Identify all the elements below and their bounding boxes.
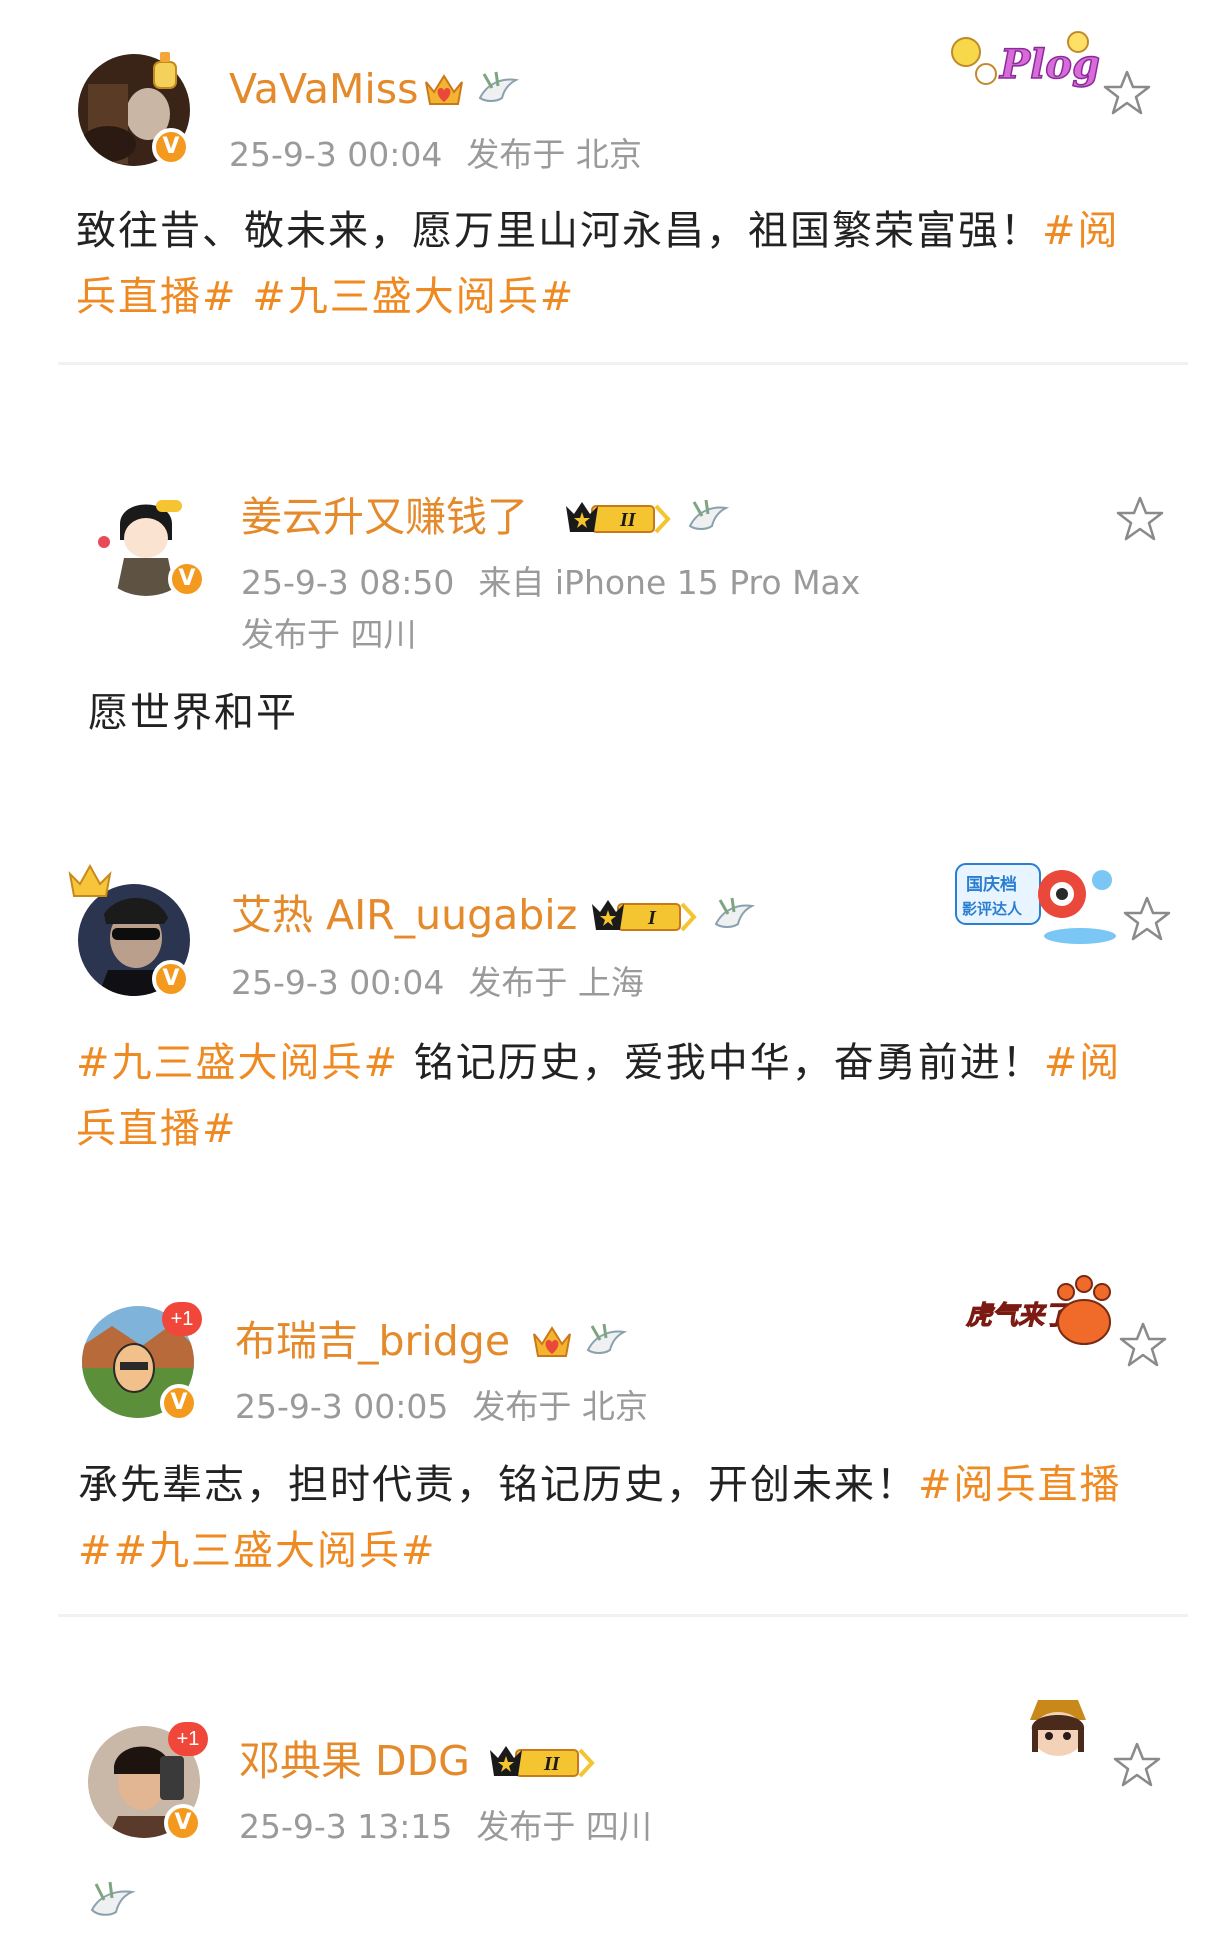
comment-text: 愿世界和平 <box>88 680 298 746</box>
comment-text: #九三盛大阅兵# 铭记历史，爱我中华，奋勇前进！#阅 兵直播# <box>76 1030 1176 1162</box>
favorite-star-icon[interactable] <box>1115 494 1165 544</box>
username[interactable]: 邓典果 DDG <box>239 1736 470 1786</box>
svg-text:II: II <box>543 1753 561 1775</box>
hashtag-link[interactable]: #阅 <box>1044 1040 1122 1086</box>
dove-icon <box>478 71 520 102</box>
comment-card-5: +1 V 邓典果 DDG II 25-9-3 13:15 发布于 四川 <box>0 1690 1219 1951</box>
hashtag-link[interactable]: #阅 <box>1042 208 1120 254</box>
timestamp: 25-9-3 00:04 <box>229 135 443 174</box>
verified-badge: V <box>152 960 190 998</box>
comment-card-1: V VaVaMiss 25-9-3 00:04 发布于 北京 Plog 致往昔、敬… <box>0 0 1219 360</box>
comment-card-4: +1 V 布瑞吉_bridge 25-9-3 00:05 发布于 北京 虎气来了 … <box>0 1270 1219 1610</box>
verified-badge: V <box>160 1384 198 1422</box>
favorite-star-icon[interactable] <box>1122 894 1172 944</box>
hashtag-link[interactable]: 兵直播# <box>76 274 238 320</box>
timestamp: 25-9-3 00:05 <box>235 1387 449 1426</box>
device-source: 来自 iPhone 15 Pro Max <box>478 563 861 602</box>
dove-icon <box>688 499 730 530</box>
crown-heart-icon <box>533 1326 571 1357</box>
svg-text:虎气来了: 虎气来了 <box>966 1301 1073 1331</box>
svg-text:I: I <box>647 907 657 929</box>
crown-heart-icon <box>425 74 463 105</box>
timestamp: 25-9-3 13:15 <box>239 1807 453 1846</box>
comment-body: 铭记历史，爱我中华，奋勇前进！ <box>399 1040 1044 1086</box>
post-meta: 25-9-3 00:04 发布于 北京 <box>229 134 642 176</box>
location: 发布于 四川 <box>476 1807 652 1846</box>
crown-icon <box>68 863 112 897</box>
divider <box>58 1614 1188 1617</box>
svg-text:II: II <box>619 509 637 531</box>
review-expert-sticker-icon: 国庆档 影评达人 <box>955 863 1116 944</box>
location: 发布于 四川 <box>241 615 417 654</box>
username[interactable]: 艾热 AIR_uugabiz <box>231 890 577 940</box>
favorite-star-icon[interactable] <box>1118 1320 1168 1370</box>
timestamp: 25-9-3 00:04 <box>231 963 445 1002</box>
username[interactable]: VaVaMiss <box>229 64 418 114</box>
perfume-bottle-icon <box>153 52 177 89</box>
dove-icon <box>90 1881 136 1916</box>
favorite-star-icon[interactable] <box>1112 1740 1162 1790</box>
post-meta: 25-9-3 08:50 来自 iPhone 15 Pro Max <box>241 562 860 604</box>
notification-badge: +1 <box>168 1722 208 1756</box>
comment-body: 致往昔、敬未来，愿万里山河永昌，祖国繁荣富强！ <box>76 208 1042 254</box>
comment-body: 承先辈志，担时代责，铭记历史，开创未来！ <box>78 1462 918 1508</box>
hashtag-link[interactable]: ##九三盛大阅兵# <box>78 1528 437 1574</box>
comment-text: 致往昔、敬未来，愿万里山河永昌，祖国繁荣富强！#阅 兵直播# #九三盛大阅兵# <box>76 198 1166 330</box>
notification-badge: +1 <box>162 1302 202 1336</box>
username[interactable]: 布瑞吉_bridge <box>235 1316 510 1366</box>
dove-icon <box>714 897 756 928</box>
hashtag-link[interactable]: 兵直播# <box>76 1106 238 1152</box>
character-sticker-icon <box>1030 1700 1086 1756</box>
location: 发布于 上海 <box>468 963 644 1002</box>
post-location: 发布于 四川 <box>241 614 417 656</box>
svg-text:影评达人: 影评达人 <box>962 900 1023 918</box>
verified-badge: V <box>164 1804 202 1842</box>
dove-icon <box>586 1323 628 1354</box>
hashtag-link[interactable]: #九三盛大阅兵# <box>76 1040 399 1086</box>
level-crown-badge: I <box>592 900 697 932</box>
level-crown-badge: II <box>566 502 671 534</box>
location: 发布于 北京 <box>472 1387 648 1426</box>
comment-text: 承先辈志，担时代责，铭记历史，开创未来！#阅兵直播 ##九三盛大阅兵# <box>78 1452 1178 1584</box>
username[interactable]: 姜云升又赚钱了 <box>241 492 528 542</box>
post-meta: 25-9-3 00:04 发布于 上海 <box>231 962 644 1004</box>
location: 发布于 北京 <box>466 135 642 174</box>
divider <box>58 362 1188 365</box>
verified-badge: V <box>168 560 206 598</box>
comment-card-3: V 艾热 AIR_uugabiz I 25-9-3 00:04 发布于 上海 国庆… <box>0 850 1219 1180</box>
plog-sticker-icon: Plog <box>951 31 1101 89</box>
tiger-paw-sticker-icon: 虎气来了 <box>966 1275 1111 1345</box>
hashtag-link[interactable]: #九三盛大阅兵# <box>252 274 575 320</box>
hashtag-link[interactable]: #阅兵直播 <box>918 1462 1122 1508</box>
verified-badge: V <box>152 128 190 166</box>
timestamp: 25-9-3 08:50 <box>241 563 455 602</box>
level-crown-badge: II <box>490 1746 595 1778</box>
comment-body: 愿世界和平 <box>88 690 298 736</box>
post-meta: 25-9-3 13:15 发布于 四川 <box>239 1806 652 1848</box>
svg-text:国庆档: 国庆档 <box>966 874 1017 895</box>
comment-card-2: V 姜云升又赚钱了 II 25-9-3 08:50 来自 iPhone 15 Pr… <box>0 470 1219 790</box>
favorite-star-icon[interactable] <box>1102 68 1152 118</box>
post-meta: 25-9-3 00:05 发布于 北京 <box>235 1386 648 1428</box>
